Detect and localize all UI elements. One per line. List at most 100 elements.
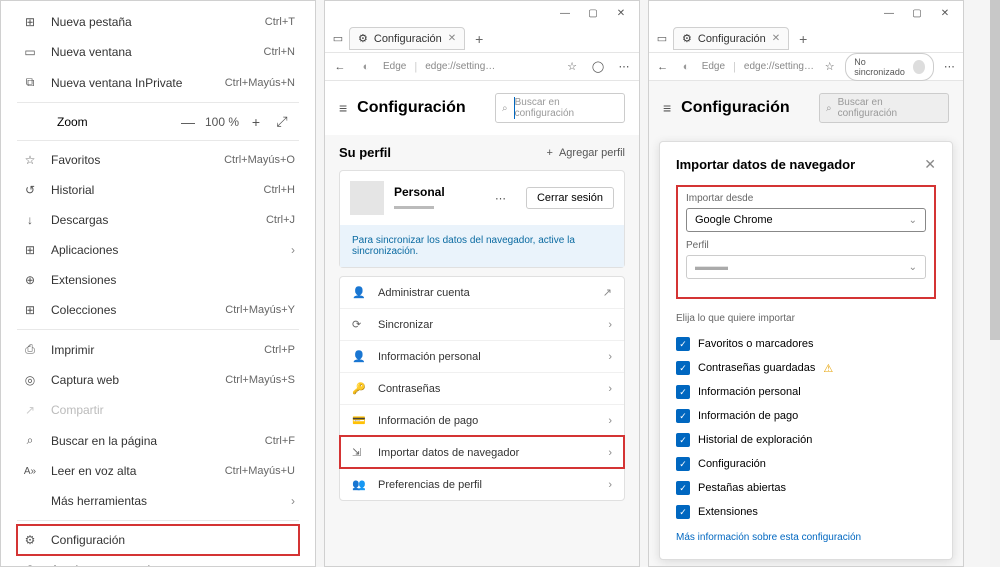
menu-apps[interactable]: ⊞Aplicaciones›: [17, 235, 299, 265]
profile-select[interactable]: ▬▬▬⌄: [686, 255, 926, 279]
favorites-button[interactable]: ☆: [822, 58, 837, 76]
edge-icon: ◐: [678, 58, 693, 76]
minimize-button[interactable]: —: [551, 3, 579, 23]
new-tab-button[interactable]: +: [791, 27, 815, 51]
menu-more-tools[interactable]: Más herramientas›: [17, 486, 299, 516]
menu-icon[interactable]: ≡: [663, 100, 671, 116]
chevron-down-icon: ⌄: [909, 215, 917, 226]
menu-downloads[interactable]: ↓DescargasCtrl+J: [17, 205, 299, 235]
zoom-out-button[interactable]: —: [175, 114, 201, 130]
row-icon: 🔑: [352, 382, 368, 395]
sync-banner: Para sincronizar los datos del navegador…: [340, 225, 624, 267]
menu-icon[interactable]: ≡: [339, 100, 347, 116]
chevron-icon: ↗: [603, 286, 612, 299]
close-tab-button[interactable]: ✕: [448, 33, 456, 44]
settings-row[interactable]: 💳Información de pago›: [340, 404, 624, 436]
menu-new-window[interactable]: ▭Nueva ventanaCtrl+N: [17, 37, 299, 67]
menu-help[interactable]: ?Ayuda y comentarios›: [17, 555, 299, 566]
tab-settings[interactable]: ⚙ Configuración ✕: [349, 27, 465, 50]
menu-history[interactable]: ↺HistorialCtrl+H: [17, 175, 299, 205]
import-checkbox-row[interactable]: ✓Contraseñas guardadas⚠: [676, 356, 936, 380]
zoom-in-button[interactable]: +: [243, 114, 269, 130]
more-button[interactable]: ⋯: [942, 58, 957, 76]
row-icon: 💳: [352, 414, 368, 427]
tab-bar: ▭ ⚙ Configuración ✕ +: [325, 25, 639, 53]
settings-row[interactable]: 👥Preferencias de perfil›: [340, 468, 624, 500]
collections-icon: ⊞: [21, 303, 39, 317]
minimize-button[interactable]: —: [875, 3, 903, 23]
checkbox-icon: ✓: [676, 385, 690, 399]
main-menu: ⊞Nueva pestañaCtrl+T ▭Nueva ventanaCtrl+…: [1, 1, 315, 566]
menu-print[interactable]: ⎙ImprimirCtrl+P: [17, 334, 299, 365]
choose-label: Elija lo que quiere importar: [676, 313, 936, 324]
maximize-button[interactable]: ▢: [579, 3, 607, 23]
import-checkbox-row[interactable]: ✓Configuración: [676, 452, 936, 476]
search-icon: ⌕: [826, 103, 832, 114]
row-icon: ⇲: [352, 446, 368, 459]
profile-name: Personal: [394, 185, 475, 199]
import-from-select[interactable]: Google Chrome⌄: [686, 208, 926, 232]
url-text[interactable]: edge://setting…: [425, 61, 555, 72]
add-profile-button[interactable]: +Agregar perfil: [547, 147, 625, 159]
row-icon: 👥: [352, 478, 368, 491]
import-checkbox-row[interactable]: ✓Pestañas abiertas: [676, 476, 936, 500]
page-header: ≡ Configuración ⌕Buscar en configuración: [649, 81, 963, 135]
chevron-right-icon: ›: [291, 494, 295, 508]
share-icon: ↗: [21, 403, 39, 417]
menu-find[interactable]: ⌕Buscar en la páginaCtrl+F: [17, 425, 299, 456]
settings-row[interactable]: ⟳Sincronizar›: [340, 308, 624, 340]
settings-row[interactable]: ⇲Importar datos de navegador›: [340, 436, 624, 468]
close-tab-button[interactable]: ✕: [772, 33, 780, 44]
new-tab-button[interactable]: +: [467, 27, 491, 51]
menu-web-capture[interactable]: ◎Captura webCtrl+Mayús+S: [17, 365, 299, 395]
favorites-button[interactable]: ☆: [563, 58, 581, 76]
menu-extensions[interactable]: ⊕Extensiones: [17, 265, 299, 295]
tab-actions-button[interactable]: ▭: [653, 30, 671, 48]
import-checkbox-row[interactable]: ✓Información personal: [676, 380, 936, 404]
url-text[interactable]: edge://setting…: [744, 61, 814, 72]
more-info-link[interactable]: Más información sobre esta configuración: [676, 532, 936, 543]
tab-actions-button[interactable]: ▭: [329, 30, 347, 48]
menu-read-aloud[interactable]: A»Leer en voz altaCtrl+Mayús+U: [17, 456, 299, 486]
content-area: Su perfil +Agregar perfil Personal ▬▬▬▬ …: [325, 135, 639, 566]
dialog-close-button[interactable]: ✕: [924, 156, 936, 173]
settings-row[interactable]: 👤Información personal›: [340, 340, 624, 372]
settings-list: 👤Administrar cuenta↗⟳Sincronizar›👤Inform…: [339, 276, 625, 501]
download-icon: ↓: [21, 213, 39, 227]
extensions-icon: ⊕: [21, 273, 39, 287]
tab-settings[interactable]: ⚙ Configuración ✕: [673, 27, 789, 50]
maximize-button[interactable]: ▢: [903, 3, 931, 23]
import-checkbox-row[interactable]: ✓Extensiones: [676, 500, 936, 524]
import-checkbox-row[interactable]: ✓Historial de exploración: [676, 428, 936, 452]
gear-icon: ⚙: [682, 32, 692, 45]
content-area: tar Importar datos de navegador ✕ Import…: [649, 135, 963, 566]
search-input[interactable]: ⌕Buscar en configuración: [495, 93, 625, 123]
back-button[interactable]: ←: [655, 58, 670, 76]
sync-pill[interactable]: No sincronizado: [845, 53, 933, 81]
print-icon: ⎙: [21, 342, 39, 357]
read-aloud-icon: A»: [21, 466, 39, 477]
settings-row[interactable]: 🔑Contraseñas›: [340, 372, 624, 404]
settings-row[interactable]: 👤Administrar cuenta↗: [340, 277, 624, 308]
fullscreen-button[interactable]: ⤢: [269, 113, 295, 130]
menu-settings[interactable]: ⚙Configuración: [17, 525, 299, 555]
help-icon: ?: [21, 563, 39, 566]
close-button[interactable]: ✕: [607, 3, 635, 23]
address-bar: ← ◐ Edge | edge://setting… ☆ ◯ ⋯: [325, 53, 639, 81]
import-checkbox-row[interactable]: ✓Información de pago: [676, 404, 936, 428]
menu-new-inprivate[interactable]: ⧉Nueva ventana InPrivateCtrl+Mayús+N: [17, 67, 299, 98]
back-button[interactable]: ←: [331, 58, 349, 76]
close-button[interactable]: ✕: [931, 3, 959, 23]
search-input[interactable]: ⌕Buscar en configuración: [819, 93, 949, 123]
scrollbar[interactable]: [990, 0, 1000, 567]
row-icon: 👤: [352, 350, 368, 363]
menu-favorites[interactable]: ☆FavoritosCtrl+Mayús+O: [17, 145, 299, 175]
import-checkbox-row[interactable]: ✓Favoritos o marcadores: [676, 332, 936, 356]
logout-button[interactable]: Cerrar sesión: [526, 187, 614, 209]
profile-more-button[interactable]: ⋯: [485, 188, 516, 209]
more-button[interactable]: ⋯: [615, 58, 633, 76]
profile-button[interactable]: ◯: [589, 58, 607, 76]
apps-icon: ⊞: [21, 243, 39, 257]
menu-collections[interactable]: ⊞ColeccionesCtrl+Mayús+Y: [17, 295, 299, 325]
menu-new-tab[interactable]: ⊞Nueva pestañaCtrl+T: [17, 7, 299, 37]
